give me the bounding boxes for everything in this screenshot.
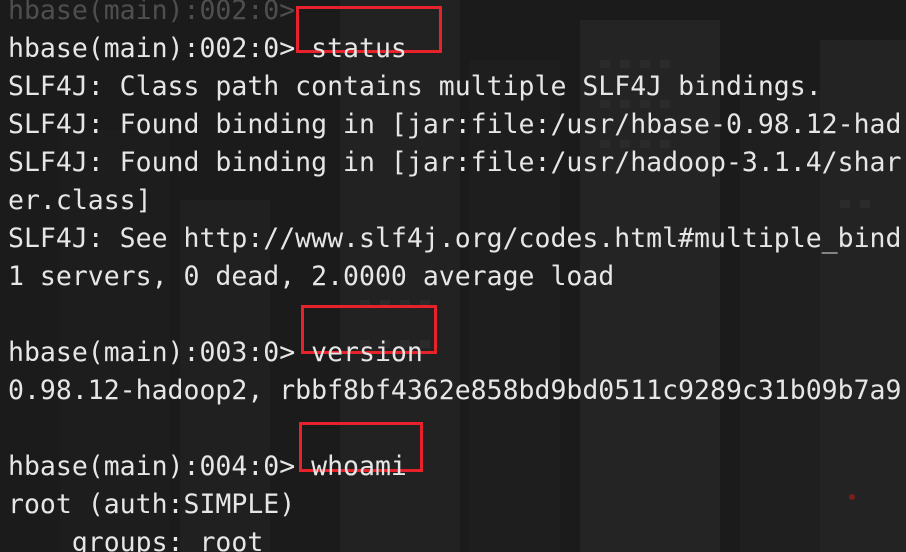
terminal-line: 0.98.12-hadoop2, rbbf8bf4362e858bd9bd051… xyxy=(8,372,901,410)
terminal-line-text: er.class] xyxy=(8,185,152,216)
terminal-line-text: hbase(main):003:0> xyxy=(8,337,312,368)
terminal-line: groups: root xyxy=(8,524,901,552)
terminal-line-text: SLF4J: Found binding in [jar:file:/usr/h… xyxy=(8,109,902,140)
terminal-line-text: SLF4J: See http://www.slf4j.org/codes.ht… xyxy=(8,223,902,254)
terminal-line-text: hbase(main):004:0> xyxy=(8,451,312,482)
terminal-line: SLF4J: Class path contains multiple SLF4… xyxy=(8,68,901,106)
terminal-line: SLF4J: Found binding in [jar:file:/usr/h… xyxy=(8,144,901,182)
terminal-line: er.class] xyxy=(8,182,901,220)
terminal-line-text: hbase(main):002:0> xyxy=(8,0,312,26)
terminal-line-text: root (auth:SIMPLE) xyxy=(8,489,296,520)
terminal-line-text: 0.98.12-hadoop2, rbbf8bf4362e858bd9bd051… xyxy=(8,375,902,406)
terminal-command: version xyxy=(311,337,423,368)
terminal-line: hbase(main):004:0> whoami xyxy=(8,448,901,486)
terminal-command: whoami xyxy=(311,451,407,482)
terminal-line: SLF4J: See http://www.slf4j.org/codes.ht… xyxy=(8,220,901,258)
terminal-line-text: SLF4J: Found binding in [jar:file:/usr/h… xyxy=(8,147,902,178)
terminal-line: root (auth:SIMPLE) xyxy=(8,486,901,524)
terminal-line-text: hbase(main):002:0> xyxy=(8,33,312,64)
terminal-line: SLF4J: Found binding in [jar:file:/usr/h… xyxy=(8,106,901,144)
terminal-window[interactable]: hbase(main):002:0> hbase(main):002:0> st… xyxy=(0,0,906,552)
terminal-line: hbase(main):002:0> xyxy=(8,0,901,30)
terminal-line: hbase(main):003:0> version xyxy=(8,334,901,372)
terminal-line-text: 1 servers, 0 dead, 2.0000 average load xyxy=(8,261,615,292)
terminal-line: hbase(main):002:0> status xyxy=(8,30,901,68)
terminal-output: hbase(main):002:0> hbase(main):002:0> st… xyxy=(8,0,901,552)
terminal-command: status xyxy=(311,33,407,64)
terminal-line-text: SLF4J: Class path contains multiple SLF4… xyxy=(8,71,822,102)
terminal-line: 1 servers, 0 dead, 2.0000 average load xyxy=(8,258,901,296)
terminal-line-text: groups: root xyxy=(8,527,264,552)
